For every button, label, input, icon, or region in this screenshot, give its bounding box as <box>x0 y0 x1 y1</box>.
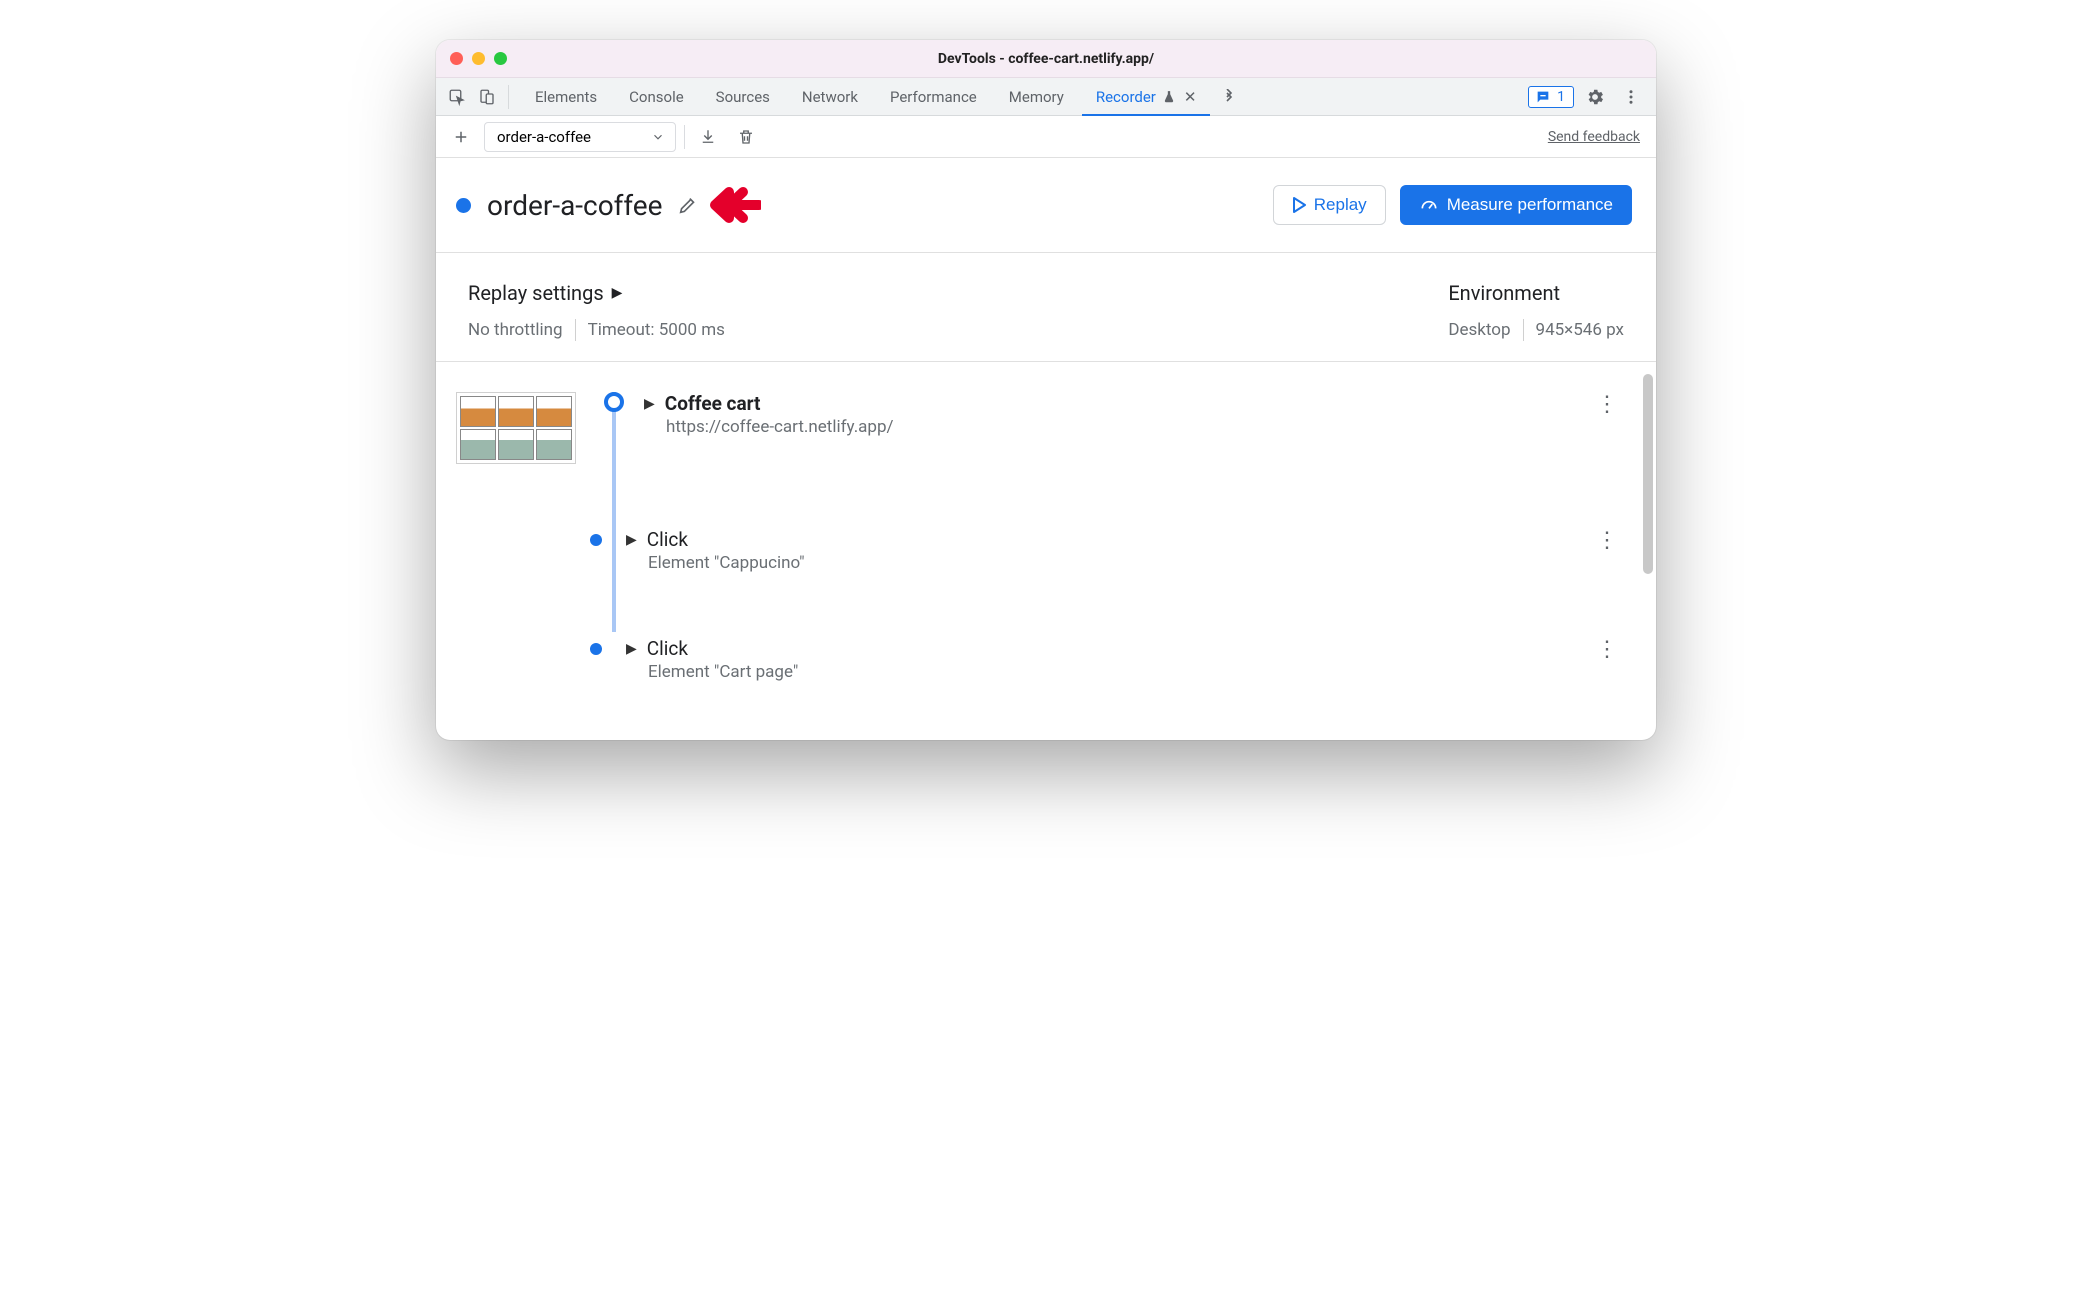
gauge-icon <box>1419 195 1439 215</box>
more-tabs-icon[interactable] <box>1214 82 1244 112</box>
tab-label: Sources <box>716 88 770 106</box>
close-icon[interactable]: ✕ <box>1182 88 1197 106</box>
window-close-button[interactable] <box>450 52 463 65</box>
kebab-menu-icon[interactable] <box>1616 82 1646 112</box>
tab-elements[interactable]: Elements <box>521 79 611 116</box>
measure-performance-button[interactable]: Measure performance <box>1400 185 1632 225</box>
message-icon <box>1535 89 1551 105</box>
tab-sources[interactable]: Sources <box>702 79 784 116</box>
tab-performance[interactable]: Performance <box>876 79 991 116</box>
issues-count: 1 <box>1557 89 1565 105</box>
recorder-subtoolbar: order-a-coffee Send feedback <box>436 116 1656 158</box>
replay-settings-title: Replay settings <box>468 281 604 305</box>
step-menu-button[interactable]: ⋮ <box>1596 528 1626 553</box>
annotation-arrow-icon <box>709 184 761 226</box>
caret-right-icon: ▶ <box>626 641 637 657</box>
edit-title-button[interactable] <box>675 192 701 218</box>
tab-label: Recorder <box>1096 88 1156 106</box>
play-icon <box>1292 197 1306 213</box>
tab-label: Console <box>629 88 684 106</box>
send-feedback-link[interactable]: Send feedback <box>1548 129 1646 145</box>
recording-select[interactable]: order-a-coffee <box>484 122 676 152</box>
step-row: ▶ Click Element "Cart page" ⋮ <box>456 631 1636 700</box>
recording-title: order-a-coffee <box>487 189 663 222</box>
timeline-dot-icon <box>590 643 602 655</box>
flask-icon <box>1162 90 1176 104</box>
step-thumbnail <box>456 392 576 464</box>
step-subtitle: https://coffee-cart.netlify.app/ <box>644 417 1596 437</box>
caret-right-icon: ▶ <box>626 532 637 548</box>
timeout-value: Timeout: 5000 ms <box>588 320 725 340</box>
devtools-tabstrip: Elements Console Sources Network Perform… <box>436 78 1656 116</box>
tab-label: Performance <box>890 88 977 106</box>
tab-network[interactable]: Network <box>788 79 872 116</box>
timeline-start-dot-icon <box>604 392 624 412</box>
recording-header: order-a-coffee Replay Measure performanc… <box>436 158 1656 253</box>
replay-settings-row: Replay settings ▶ No throttling Timeout:… <box>436 253 1656 362</box>
measure-label: Measure performance <box>1447 195 1613 215</box>
window-maximize-button[interactable] <box>494 52 507 65</box>
titlebar: DevTools - coffee-cart.netlify.app/ <box>436 40 1656 78</box>
replay-label: Replay <box>1314 195 1367 215</box>
inspect-element-icon[interactable] <box>442 82 472 112</box>
step-menu-button[interactable]: ⋮ <box>1596 392 1626 417</box>
divider <box>1523 319 1524 341</box>
divider <box>508 85 509 109</box>
steps-area: ▶ Coffee cart https://coffee-cart.netlif… <box>436 362 1656 740</box>
window-minimize-button[interactable] <box>472 52 485 65</box>
window-title: DevTools - coffee-cart.netlify.app/ <box>436 51 1656 67</box>
step-toggle[interactable]: ▶ Coffee cart https://coffee-cart.netlif… <box>634 392 1596 437</box>
issues-chip[interactable]: 1 <box>1528 86 1574 108</box>
divider <box>575 319 576 341</box>
replay-button[interactable]: Replay <box>1273 185 1386 225</box>
tab-console[interactable]: Console <box>615 79 698 116</box>
tab-label: Memory <box>1009 88 1064 106</box>
environment-viewport: 945×546 px <box>1536 320 1624 340</box>
step-row: ▶ Click Element "Cappucino" ⋮ <box>456 522 1636 591</box>
status-dot-icon <box>456 198 471 213</box>
step-toggle[interactable]: ▶ Click Element "Cart page" <box>616 637 1596 682</box>
new-recording-button[interactable] <box>446 122 476 152</box>
step-title: Click <box>647 637 688 660</box>
tab-label: Elements <box>535 88 597 106</box>
environment-device: Desktop <box>1448 320 1510 340</box>
chevron-down-icon <box>651 130 665 144</box>
step-subtitle: Element "Cappucino" <box>626 553 1596 573</box>
tab-memory[interactable]: Memory <box>995 79 1078 116</box>
timeline-dot-icon <box>590 534 602 546</box>
step-row: ▶ Coffee cart https://coffee-cart.netlif… <box>456 386 1636 482</box>
device-toggle-icon[interactable] <box>472 82 502 112</box>
replay-settings-toggle[interactable]: Replay settings ▶ <box>468 281 1448 305</box>
export-button[interactable] <box>693 122 723 152</box>
scrollbar[interactable] <box>1643 374 1653 574</box>
settings-icon[interactable] <box>1580 82 1610 112</box>
recording-select-value: order-a-coffee <box>497 128 591 146</box>
step-toggle[interactable]: ▶ Click Element "Cappucino" <box>616 528 1596 573</box>
caret-right-icon: ▶ <box>612 285 623 301</box>
step-title: Click <box>647 528 688 551</box>
divider <box>684 125 685 149</box>
step-menu-button[interactable]: ⋮ <box>1596 637 1626 662</box>
step-subtitle: Element "Cart page" <box>626 662 1596 682</box>
devtools-window: DevTools - coffee-cart.netlify.app/ Elem… <box>436 40 1656 740</box>
throttling-value: No throttling <box>468 320 563 340</box>
tab-label: Network <box>802 88 858 106</box>
caret-right-icon: ▶ <box>644 396 655 412</box>
delete-button[interactable] <box>731 122 761 152</box>
step-title: Coffee cart <box>665 392 761 415</box>
environment-title: Environment <box>1448 281 1624 305</box>
tab-recorder[interactable]: Recorder ✕ <box>1082 79 1211 116</box>
